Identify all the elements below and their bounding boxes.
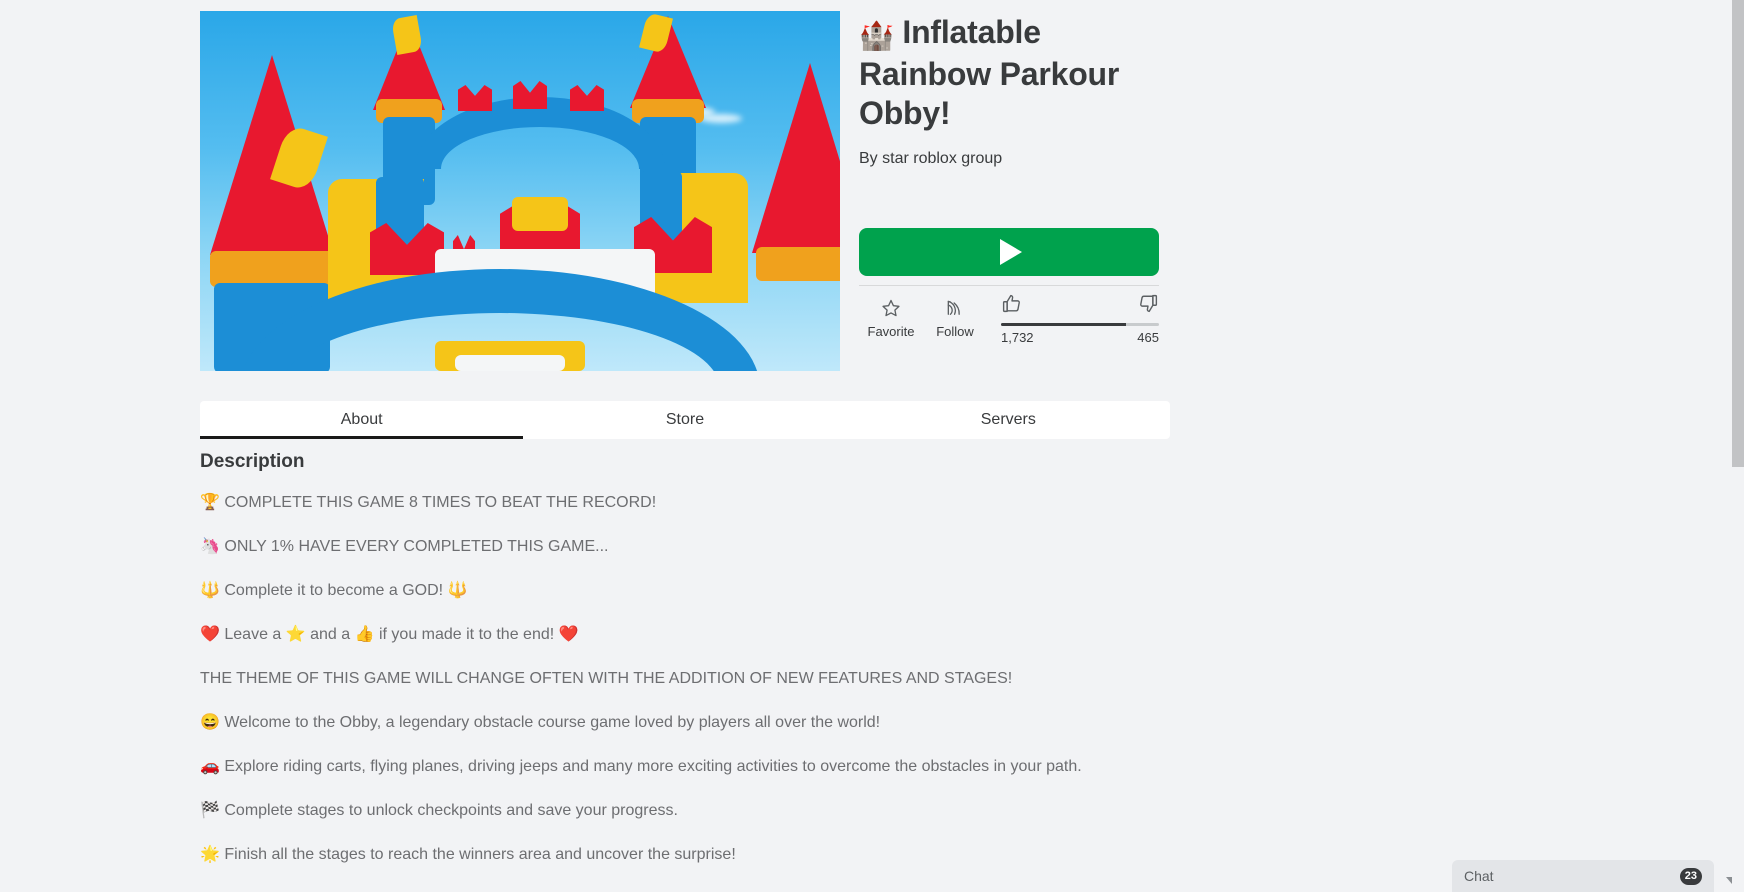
castle-emoji-icon: 🏰 — [859, 20, 894, 51]
chat-widget[interactable]: Chat 23 — [1452, 860, 1714, 892]
star-outline-icon — [881, 297, 901, 319]
description-line: THE THEME OF THIS GAME WILL CHANGE OFTEN… — [200, 670, 1013, 687]
vote-counts-row: 1,732 465 — [1001, 330, 1159, 346]
description-line: ❤️ Leave a ⭐ and a 👍 if you made it to t… — [200, 626, 579, 643]
favorite-button[interactable]: Favorite — [859, 297, 923, 340]
creator-byline: By star roblox group — [859, 149, 1300, 169]
tab-store-label: Store — [665, 411, 705, 428]
rss-follow-icon — [945, 297, 965, 319]
tab-servers-label: Servers — [980, 411, 1036, 428]
byline-prefix: By — [859, 150, 878, 167]
creator-link[interactable]: star roblox group — [882, 150, 1002, 167]
description-heading: Description — [200, 451, 305, 472]
chat-title: Chat — [1464, 868, 1494, 884]
castle-merlon — [570, 85, 604, 111]
vote-icons-row — [1001, 294, 1159, 319]
follow-label: Follow — [936, 324, 974, 339]
vote-widget: 1,732 465 — [987, 294, 1159, 346]
game-thumbnail-image[interactable] — [200, 11, 840, 371]
tab-about[interactable]: About — [200, 401, 524, 439]
favorite-label: Favorite — [867, 324, 915, 339]
cloud-decoration — [700, 114, 742, 123]
game-detail-page: 🏰 Inflatable Rainbow Parkour Obby! By st… — [0, 0, 1744, 892]
page-title-text: Inflatable Rainbow Parkour Obby! — [859, 14, 1120, 131]
follow-button[interactable]: Follow — [923, 297, 987, 340]
play-section: Favorite Follow 1,732 465 — [859, 228, 1159, 346]
thumbs-down-icon[interactable] — [1138, 293, 1159, 319]
description-section: Description 🏆 COMPLETE THIS GAME 8 TIMES… — [200, 450, 1180, 888]
vote-ratio-bar — [1001, 323, 1159, 326]
game-stats-row: Favorite Follow 1,732 465 — [859, 285, 1159, 346]
description-line: 😄 Welcome to the Obby, a legendary obsta… — [200, 714, 881, 731]
game-tab-bar: About Store Servers — [200, 401, 1170, 439]
chat-unread-badge: 23 — [1679, 867, 1702, 885]
tab-servers[interactable]: Servers — [847, 401, 1170, 439]
castle-spire — [752, 63, 840, 253]
vote-ratio-fill — [1001, 323, 1126, 326]
page-scrollbar-thumb[interactable] — [1732, 0, 1744, 467]
description-line: 🌟 Finish all the stages to reach the win… — [200, 846, 736, 863]
tab-store[interactable]: Store — [523, 401, 846, 439]
page-title: 🏰 Inflatable Rainbow Parkour Obby! — [859, 13, 1159, 133]
castle-merlon — [513, 81, 547, 109]
description-line: 🚗 Explore riding carts, flying planes, d… — [200, 758, 1082, 775]
description-line: 🏁 Complete stages to unlock checkpoints … — [200, 802, 678, 819]
description-line: 🦄 ONLY 1% HAVE EVERY COMPLETED THIS GAME… — [200, 538, 609, 555]
description-line: 🔱 Complete it to become a GOD! 🔱 — [200, 582, 468, 599]
play-button[interactable] — [859, 228, 1159, 276]
castle-band — [756, 247, 840, 281]
dislike-count: 465 — [1137, 330, 1159, 345]
castle-band — [210, 251, 334, 287]
description-line: 🏆 COMPLETE THIS GAME 8 TIMES TO BEAT THE… — [200, 494, 657, 511]
castle-merlon — [458, 85, 492, 111]
thumbs-up-icon[interactable] — [1001, 293, 1022, 319]
play-triangle-icon — [1000, 239, 1022, 265]
castle-merlon-backing — [512, 197, 568, 231]
page-scrollbar-track[interactable] — [1732, 0, 1744, 892]
like-count: 1,732 — [1001, 330, 1034, 345]
tab-about-label: About — [340, 411, 383, 428]
game-header-row: 🏰 Inflatable Rainbow Parkour Obby! By st… — [200, 11, 1300, 371]
game-info-column: 🏰 Inflatable Rainbow Parkour Obby! By st… — [859, 11, 1300, 371]
castle-slide-accent — [455, 355, 565, 371]
